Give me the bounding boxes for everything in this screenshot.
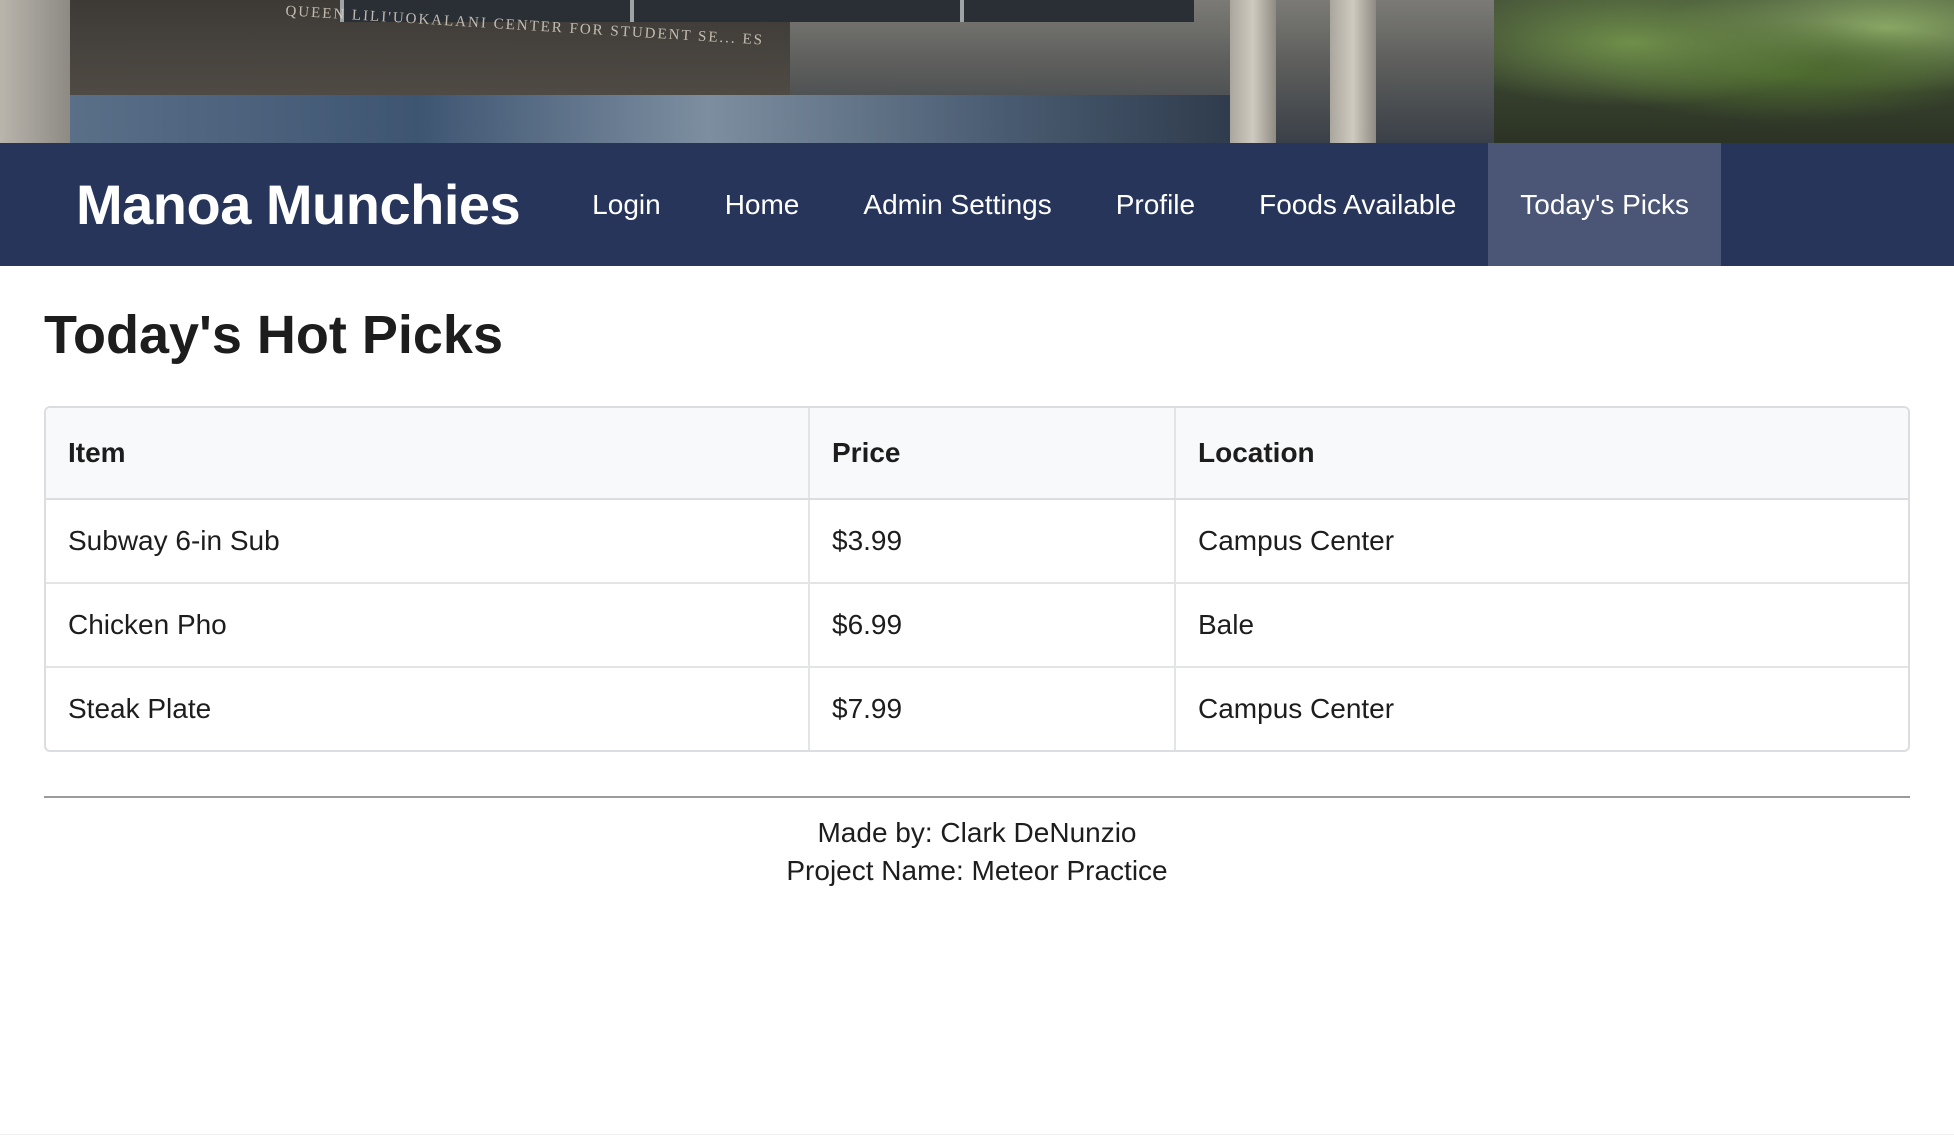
- header-banner-image: QUEEN LILI'UOKALANI CENTER FOR STUDENT S…: [0, 0, 1954, 143]
- cell-price: $6.99: [808, 582, 1175, 667]
- nav-admin-settings[interactable]: Admin Settings: [831, 143, 1083, 266]
- brand-logo-text[interactable]: Manoa Munchies: [76, 143, 521, 266]
- footer-author: Made by: Clark DeNunzio: [817, 817, 1137, 848]
- column-header-price: Price: [808, 408, 1175, 500]
- banner-windows: [70, 95, 1230, 143]
- cell-item: Subway 6-in Sub: [68, 525, 280, 556]
- nav-profile[interactable]: Profile: [1084, 143, 1227, 266]
- cell-location: Campus Center: [1174, 499, 1908, 583]
- top-navbar: Manoa Munchies Login Home Admin Settings…: [0, 143, 1954, 266]
- nav-todays-picks[interactable]: Today's Picks: [1488, 143, 1722, 266]
- cell-price: $3.99: [808, 499, 1175, 583]
- page-footer: Made by: Clark DeNunzio Project Name: Me…: [44, 814, 1910, 890]
- nav-foods-available[interactable]: Foods Available: [1227, 143, 1488, 266]
- footer-divider: [44, 796, 1910, 798]
- hot-picks-table-container: Item Price Location Subway 6-in Sub $3.9…: [44, 406, 1910, 752]
- cell-item: Chicken Pho: [46, 582, 809, 667]
- page-bottom-border: [0, 1134, 1954, 1135]
- table-row: Steak Plate $7.99 Campus Center: [46, 666, 1908, 750]
- cell-location: Bale: [1174, 582, 1908, 667]
- table-header-row: Item Price Location: [46, 408, 1908, 500]
- table-row: Subway 6-in Sub $3.99 Campus Center: [46, 499, 1908, 583]
- nav-login[interactable]: Login: [560, 143, 693, 266]
- column-header-location: Location: [1174, 408, 1908, 500]
- banner-window: [630, 0, 964, 22]
- cell-price: $7.99: [808, 666, 1175, 750]
- nav-home[interactable]: Home: [693, 143, 832, 266]
- cell-location: Campus Center: [1174, 666, 1908, 750]
- hot-picks-table: Item Price Location Subway 6-in Sub $3.9…: [46, 408, 1908, 750]
- cell-item: Steak Plate: [46, 666, 809, 750]
- table-row: Chicken Pho $6.99 Bale: [46, 582, 1908, 667]
- banner-window: [960, 0, 1194, 22]
- footer-project-name: Project Name: Meteor Practice: [786, 855, 1168, 886]
- page-title: Today's Hot Picks: [44, 305, 503, 365]
- banner-pillar: [1230, 0, 1276, 143]
- banner-palm-trees: [1494, 0, 1954, 143]
- column-header-item: Item: [46, 408, 809, 500]
- main-content: Today's Hot Picks Item Price Location Su…: [44, 266, 1910, 890]
- banner-stone-wall: [0, 0, 70, 143]
- banner-pillar: [1330, 0, 1376, 143]
